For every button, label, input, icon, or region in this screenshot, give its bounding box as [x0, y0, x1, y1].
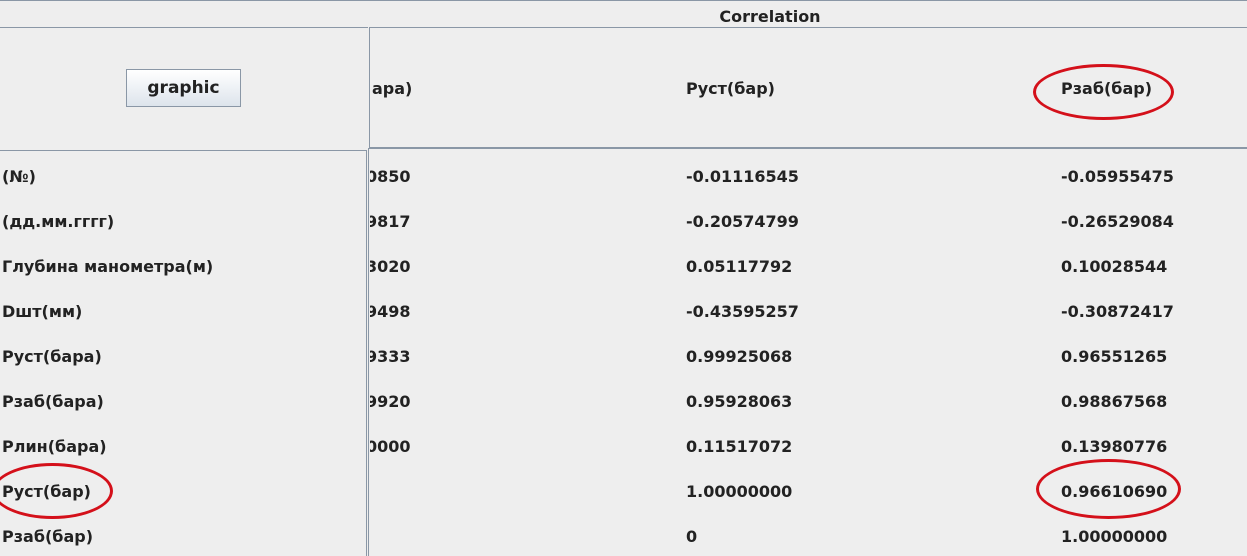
table-cell[interactable]: -0.20574799	[686, 212, 799, 231]
table-cell[interactable]: 1.00000000	[686, 482, 792, 501]
table-cell[interactable]: 0000	[370, 437, 411, 456]
table-cell[interactable]: 0850	[370, 167, 411, 186]
row-label-3: Dшт(мм)	[2, 302, 83, 321]
table-cell[interactable]: 0.95928063	[686, 392, 792, 411]
row-label-6: Рлин(бара)	[2, 437, 107, 456]
table-cell[interactable]: 9498	[370, 302, 411, 321]
table-cell[interactable]: 3020	[370, 257, 411, 276]
table-title: Correlation	[719, 7, 821, 26]
clipped-column: 0850 9817 3020 9498 9333 9920 0000	[370, 150, 430, 555]
row-label-5: Рзаб(бара)	[2, 392, 104, 411]
table-cell[interactable]: -0.05955475	[1061, 167, 1174, 186]
table-cell[interactable]: 0.99925068	[686, 347, 792, 366]
table-cell[interactable]: 0.11517072	[686, 437, 792, 456]
column-header-1[interactable]: ара)	[372, 79, 412, 98]
table-cell[interactable]: -0.30872417	[1061, 302, 1174, 321]
table-cell[interactable]: 0.10028544	[1061, 257, 1167, 276]
table-cell[interactable]: 0.13980776	[1061, 437, 1167, 456]
table-cell[interactable]: 1.00000000	[1061, 527, 1167, 546]
table-cell[interactable]: -0.26529084	[1061, 212, 1174, 231]
table-cell[interactable]: 0.05117792	[686, 257, 792, 276]
table-cell[interactable]: 9333	[370, 347, 411, 366]
table-cell[interactable]: 0	[686, 527, 697, 546]
table-cell[interactable]: -0.01116545	[686, 167, 799, 186]
row-label-0: (№)	[2, 167, 36, 186]
row-label-2: Глубина манометра(м)	[2, 257, 214, 276]
row-label-1: (дд.мм.гггг)	[2, 212, 115, 231]
top-border	[0, 0, 1247, 1]
annotation-circle-value	[1036, 459, 1181, 519]
table-cell[interactable]: 9817	[370, 212, 411, 231]
row-label-8: Рзаб(бар)	[2, 527, 94, 546]
table-cell[interactable]: 0.98867568	[1061, 392, 1167, 411]
column-header-2[interactable]: Руст(бар)	[686, 79, 775, 98]
row-label-4: Руст(бара)	[2, 347, 102, 366]
graphic-button[interactable]: graphic	[126, 69, 241, 107]
annotation-circle-header	[1033, 64, 1174, 120]
table-cell[interactable]: 9920	[370, 392, 411, 411]
table-cell[interactable]: -0.43595257	[686, 302, 799, 321]
table-cell[interactable]: 0.96551265	[1061, 347, 1167, 366]
